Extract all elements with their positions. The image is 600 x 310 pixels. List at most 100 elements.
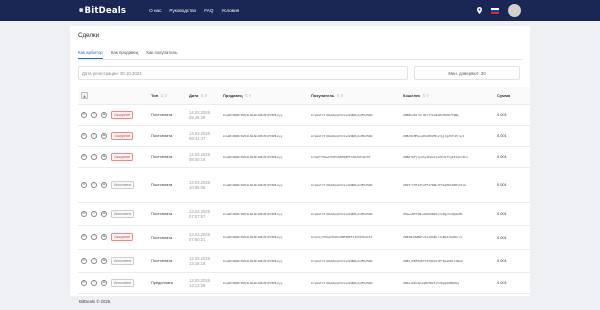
seller-cell[interactable]: mcwWh4RQRrWZQ1LNLNnzRKd5xEVbMLAyy	[220, 272, 308, 294]
nav-about[interactable]: О нас	[149, 8, 161, 13]
copy-icon[interactable]: ⧉	[101, 153, 107, 160]
download-icon[interactable]: ⤓	[81, 91, 88, 99]
view-icon[interactable]: ⊙	[81, 234, 87, 240]
table-row[interactable]: ⊙ i ⧉ Исполнено Постоплата 13.03.2026 10:06:05…	[78, 167, 530, 203]
nav-terms[interactable]: Условия	[221, 8, 239, 13]
wallet-cell[interactable]: 2N6zxDKhZp4qRWTRZ5jhXRgq6QMWZXq	[400, 272, 494, 294]
table-row[interactable]: ⊙ i ⧉ Ожидание Постоплата 13.03.2026 07:50:21 m…	[78, 225, 530, 250]
info-icon[interactable]: i	[91, 257, 97, 264]
tab-as-arbiter[interactable]: Как арбитор	[78, 50, 103, 59]
header-amount[interactable]: Сумма	[494, 87, 530, 105]
logo[interactable]: ⨳ BitDeals	[79, 6, 126, 16]
status-badge: Ожидание	[111, 110, 134, 119]
view-icon[interactable]: ⊙	[81, 181, 87, 188]
deal-role-tabs: Как арбитор Как продавец Как покупатель	[78, 50, 177, 59]
time-value: 08:00:16	[189, 156, 206, 162]
location-pin-icon[interactable]	[477, 7, 482, 14]
seller-cell[interactable]: mcwWh4RQRrWZQ1LNLNnzRKd5xEVbMLAyy	[220, 225, 308, 250]
seller-cell[interactable]: mcwWh4RQRrWZQ1LNLNnzRKd5xEVbMLAyy	[220, 146, 308, 168]
logo-text: BitDeals	[84, 5, 127, 16]
info-icon[interactable]: i	[91, 181, 97, 188]
table-row[interactable]: ⊙ i ⧉ Ожидание Постоплата 14.03.2026 09:45:38 m…	[78, 104, 530, 126]
row-actions-cell: ⊙ i ⧉ Исполнено	[78, 202, 148, 226]
view-icon[interactable]: ⊙	[81, 132, 87, 139]
time-value: 09:41:47	[189, 135, 206, 141]
wallet-cell[interactable]: 2MpwoB5TZNnwWXA0N4kyTzRgnVoNg9eMk	[400, 202, 494, 226]
user-avatar[interactable]	[508, 4, 521, 17]
seller-cell[interactable]: mcwWh4RQRrWZQ1LNLNnzRKd5xEVbMLAyy	[220, 202, 308, 226]
view-icon[interactable]: ⊙	[81, 257, 87, 264]
amount-cell: 0.001	[494, 272, 530, 294]
wallet-cell[interactable]: 2N9TrYHf1ZtaFFaYNNLfFhSqHKkNXHn5CLb	[400, 167, 494, 203]
buyer-cell[interactable]: mrGUF7YNwA3XVHsHNFQBEFJ3UZ9YUdC6T	[308, 146, 400, 168]
time-value: 07:50:21	[189, 237, 206, 242]
top-navbar: ⨳ BitDeals О нас Руководство FAQ Условия	[0, 0, 600, 21]
tab-as-buyer[interactable]: Как покупатель	[146, 50, 177, 59]
info-icon[interactable]: i	[91, 234, 97, 240]
copy-icon[interactable]: ⧉	[101, 181, 107, 188]
row-actions-cell: ⊙ i ⧉ Ожидание	[78, 225, 148, 250]
wallet-cell[interactable]: 2NB8b2RJrUr3KrYfLD2GMuHzDR7S9Bp	[400, 104, 494, 126]
header-buyer[interactable]: Покупатель ⇅ ⚲	[308, 87, 400, 105]
header-seller[interactable]: Продавец ⇅ ⚲	[220, 87, 308, 105]
time-value: 07:57:57	[189, 213, 206, 219]
wallet-cell[interactable]: 2NBAfUFjxpaSy3bDeXjdZZnSfYgZZtqbrRCs	[400, 146, 494, 168]
seller-cell[interactable]: mcwWh4RQRrWZQ1LNLNnzRKd5xEVbMLAyy	[220, 104, 308, 126]
date-cell: 13.03.2026 07:57:57	[186, 202, 220, 226]
seller-cell[interactable]: mcwWh4RQRrWZQ1LNLNnzRKd5xEVbMLAyy	[220, 249, 308, 273]
buyer-cell[interactable]: mrpGGt7JrWAmXpqU3Jzsd2QRRybd8VZSNU	[308, 249, 400, 273]
info-icon[interactable]: i	[91, 153, 97, 160]
buyer-cell[interactable]: mrpGGt7JrWAmXpqU3Jzsd2QRRybd8VZSNU	[308, 272, 400, 294]
buyer-cell[interactable]: mrpGGt7JrWAmXpqU3Jzsd2QRRybd8VZSNU	[308, 167, 400, 203]
buyer-cell[interactable]: mrpGGt7JrWAmXpqU3Jzsd2QRRybd8VZSNU	[308, 202, 400, 226]
seller-cell[interactable]: mcwWh4RQRrWZQ1LNLNnzRKd5xEVbMLAyy	[220, 167, 308, 203]
tab-as-seller[interactable]: Как продавец	[111, 50, 139, 59]
info-icon[interactable]: i	[91, 279, 97, 286]
footer-copyright: BitDeals © 2026.	[79, 299, 112, 304]
info-icon[interactable]: i	[91, 111, 97, 118]
date-cell: 12.03.2026 13:13:59	[186, 272, 220, 294]
buyer-cell[interactable]: mrpGGt7JrWAmXpqU3Jzsd2QRRybd8VZSNU	[308, 125, 400, 147]
copy-icon[interactable]: ⧉	[101, 132, 107, 139]
table-row[interactable]: ⊙ i ⧉ Исполнено Постоплата 13.03.2026 07:57:57…	[78, 202, 530, 226]
type-cell: Постоплата	[148, 249, 186, 273]
sort-filter-icon: ⇅ ⚲	[336, 93, 344, 98]
nav-faq[interactable]: FAQ	[204, 8, 213, 13]
status-badge: Ожидание	[111, 233, 134, 241]
table-row[interactable]: ⊙ i ⧉ Ожидание Постоплата 14.03.2026 08:00:16 m…	[78, 146, 530, 168]
buyer-cell[interactable]: mxvhGjX7HwA3XVHsHNFQBEFJ3UZ9YUdC6T	[308, 225, 400, 250]
logo-mark-icon: ⨳	[79, 6, 84, 14]
header-wallet[interactable]: Кошелек ⇅ ⚲	[400, 87, 494, 105]
info-icon[interactable]: i	[91, 210, 97, 217]
table-row[interactable]: ⊙ i ⧉ Ожидание Постоплата 14.03.2026 09:41:47 m…	[78, 125, 530, 147]
buyer-cell[interactable]: mrpGGt7JrWAmXpqU3Jzsd2QRRybd8VZSNU	[308, 104, 400, 126]
wallet-cell[interactable]: 2NE2NdVWBRYxSxsWmBurJsBQZJGQbUrxx	[400, 225, 494, 250]
copy-icon[interactable]: ⧉	[101, 111, 107, 118]
row-actions-cell: ⊙ i ⧉ Ожидание	[78, 104, 148, 126]
seller-cell[interactable]: mcwWh4RQRrWZQ1LNLNnzRKd5xEVbMLAyy	[220, 125, 308, 147]
header-date[interactable]: Дата ⇅ ⚲	[186, 87, 220, 105]
min-trust-field[interactable]: Мин. доверяют: 30	[414, 66, 520, 80]
copy-icon[interactable]: ⧉	[101, 279, 107, 286]
view-icon[interactable]: ⊙	[81, 153, 87, 160]
language-flag-icon[interactable]	[491, 7, 499, 14]
main-nav: О нас Руководство FAQ Условия	[149, 8, 239, 13]
wallet-cell[interactable]: 2NBJ6bHMvsaRXeMDZMCsYgjJgZ6TnPrqcJ	[400, 125, 494, 147]
amount-cell: 0.001	[494, 125, 530, 147]
info-icon[interactable]: i	[91, 132, 97, 139]
view-icon[interactable]: ⊙	[81, 111, 87, 118]
view-icon[interactable]: ⊙	[81, 279, 87, 286]
header-type[interactable]: Тип ⇅ ⚲	[148, 87, 186, 105]
copy-icon[interactable]: ⧉	[101, 210, 107, 217]
table-row[interactable]: ⊙ i ⧉ Исполнено Предоплата 12.03.2026 13:13:59…	[78, 272, 530, 294]
amount-cell: 0.001	[494, 167, 530, 203]
copy-icon[interactable]: ⧉	[101, 257, 107, 264]
nav-guide[interactable]: Руководство	[169, 8, 196, 13]
type-cell: Постоплата	[148, 125, 186, 147]
registration-date-field[interactable]: Дата регистрации: 30.10.2023	[78, 66, 408, 80]
status-badge: Ожидание	[111, 131, 134, 140]
view-icon[interactable]: ⊙	[81, 210, 87, 217]
copy-icon[interactable]: ⧉	[101, 234, 107, 240]
wallet-cell[interactable]: 2NB1jEBF6UDYYAYW9UzTEf6pmUBlz1Ne9	[400, 249, 494, 273]
table-row[interactable]: ⊙ i ⧉ Исполнено Постоплата 12.03.2026 13:16:18…	[78, 249, 530, 273]
